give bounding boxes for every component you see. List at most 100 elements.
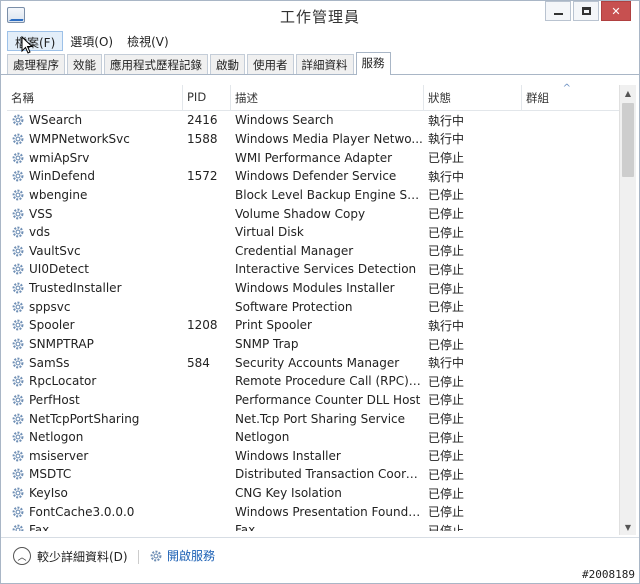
service-status: 已停止: [428, 449, 465, 464]
column-header-status[interactable]: 狀態: [424, 85, 522, 111]
column-header-group[interactable]: 群組 ^: [522, 83, 621, 111]
service-description: Print Spooler: [235, 318, 312, 333]
service-description: Net.Tcp Port Sharing Service: [235, 411, 406, 426]
service-status: 執行中: [428, 113, 465, 128]
tab-startup[interactable]: 啟動: [210, 54, 245, 74]
service-status: 執行中: [428, 132, 465, 147]
footer-divider: [138, 550, 139, 564]
service-gear-icon: [12, 152, 24, 164]
close-icon: ✕: [611, 4, 621, 18]
minimize-button[interactable]: [545, 1, 571, 21]
service-description: Windows Defender Service: [235, 169, 397, 184]
maximize-icon: [581, 7, 591, 15]
table-row[interactable]: UI0Detect Interactive Services Detection 已…: [7, 260, 621, 279]
title-bar[interactable]: 工作管理員 ✕: [1, 1, 639, 31]
minimize-icon: [553, 13, 563, 15]
menu-options[interactable]: 選項(O): [63, 31, 120, 51]
service-status: 已停止: [428, 225, 465, 240]
service-name: UI0Detect: [29, 262, 89, 277]
table-row[interactable]: RpcLocator Remote Procedure Call (RPC) L.…: [7, 372, 621, 391]
table-row[interactable]: Netlogon Netlogon 已停止: [7, 428, 621, 447]
close-button[interactable]: ✕: [601, 1, 631, 21]
tab-services[interactable]: 服務: [355, 52, 391, 75]
service-name-cell: NetTcpPortSharing: [7, 412, 183, 426]
column-header-description[interactable]: 描述: [231, 85, 424, 111]
menu-view[interactable]: 檢視(V): [120, 31, 176, 51]
service-description: Security Accounts Manager: [235, 355, 400, 370]
table-body: WSearch 2416 Windows Search 執行中 WMPNetworkSv…: [7, 111, 621, 531]
window-controls: ✕: [545, 1, 631, 23]
table-row[interactable]: PerfHost Performance Counter DLL Host 已停止: [7, 391, 621, 410]
service-name: VSS: [29, 206, 53, 221]
menu-file[interactable]: 檔案(F): [7, 31, 64, 51]
table-row[interactable]: vds Virtual Disk 已停止: [7, 223, 621, 242]
table-row[interactable]: KeyIso CNG Key Isolation 已停止: [7, 484, 621, 503]
table-row[interactable]: SNMPTRAP SNMP Trap 已停止: [7, 335, 621, 354]
table-row[interactable]: WSearch 2416 Windows Search 執行中: [7, 111, 621, 130]
service-name-cell: PerfHost: [7, 393, 183, 407]
service-status: 已停止: [428, 467, 465, 482]
column-header-pid[interactable]: PID: [183, 85, 231, 111]
service-name-cell: RpcLocator: [7, 374, 183, 388]
service-description: Credential Manager: [235, 243, 354, 258]
table-row[interactable]: sppsvc Software Protection 已停止: [7, 297, 621, 316]
table-row[interactable]: NetTcpPortSharing Net.Tcp Port Sharing Se…: [7, 409, 621, 428]
scrollbar-thumb[interactable]: [622, 103, 634, 177]
table-row[interactable]: SamSs 584 Security Accounts Manager 執行中: [7, 353, 621, 372]
service-gear-icon: [12, 506, 24, 518]
service-description: Netlogon: [235, 430, 290, 445]
table-row[interactable]: msiserver Windows Installer 已停止: [7, 447, 621, 466]
service-description: Block Level Backup Engine Ser...: [235, 187, 424, 202]
service-name-cell: SamSs: [7, 356, 183, 370]
vertical-scrollbar[interactable]: ▲ ▼: [619, 85, 636, 535]
scroll-down-arrow-icon[interactable]: ▼: [620, 519, 636, 535]
service-description: WMI Performance Adapter: [235, 150, 393, 165]
open-services-link[interactable]: 開啟服務: [149, 547, 215, 564]
service-status: 已停止: [428, 188, 465, 203]
tab-details[interactable]: 詳細資料: [295, 54, 354, 74]
service-name-cell: WinDefend: [7, 169, 183, 183]
fewer-details-label: 較少詳細資料(D): [37, 549, 128, 564]
tab-app-history[interactable]: 應用程式歷程記錄: [104, 54, 208, 74]
service-gear-icon: [12, 394, 24, 406]
table-row[interactable]: WinDefend 1572 Windows Defender Service 執行中: [7, 167, 621, 186]
service-pid: 2416: [187, 113, 218, 128]
service-description: Software Protection: [235, 299, 353, 314]
column-header-name[interactable]: 名稱: [7, 85, 183, 111]
service-name-cell: VSS: [7, 207, 183, 221]
service-name-cell: UI0Detect: [7, 262, 183, 276]
tab-processes[interactable]: 處理程序: [7, 54, 65, 74]
service-gear-icon: [12, 208, 24, 219]
column-header-group-label: 群組: [526, 91, 549, 105]
table-header: 名稱 PID 描述 狀態 群組 ^: [7, 83, 621, 111]
scroll-up-arrow-icon[interactable]: ▲: [620, 85, 636, 101]
watermark: #2008189: [582, 568, 635, 581]
service-gear-icon: [12, 301, 24, 313]
table-row[interactable]: WMPNetworkSvc 1588 Windows Media Player Ne…: [7, 130, 621, 149]
table-row[interactable]: wmiApSrv WMI Performance Adapter 已停止: [7, 148, 621, 167]
service-description: Windows Search: [235, 113, 334, 128]
fewer-details-button[interactable]: ︿ 較少詳細資料(D): [13, 547, 128, 565]
maximize-button[interactable]: [573, 1, 599, 21]
service-name: Netlogon: [29, 430, 84, 445]
service-status: 執行中: [428, 169, 465, 184]
service-status: 已停止: [428, 430, 465, 445]
tab-users[interactable]: 使用者: [247, 54, 294, 74]
service-description: Performance Counter DLL Host: [235, 392, 421, 407]
table-row[interactable]: wbengine Block Level Backup Engine Ser...…: [7, 186, 621, 205]
service-name-cell: WSearch: [7, 113, 183, 127]
table-row[interactable]: Spooler 1208 Print Spooler 執行中: [7, 316, 621, 335]
service-gear-icon: [12, 431, 24, 443]
service-name-cell: vds: [7, 225, 183, 239]
table-row[interactable]: Fax Fax 已停止: [7, 521, 621, 531]
table-row[interactable]: MSDTC Distributed Transaction Coordi... 已停…: [7, 465, 621, 484]
service-status: 已停止: [428, 244, 465, 259]
tab-performance[interactable]: 效能: [67, 54, 102, 74]
service-pid: 1572: [187, 169, 218, 184]
table-row[interactable]: VSS Volume Shadow Copy 已停止: [7, 204, 621, 223]
table-row[interactable]: FontCache3.0.0.0 Windows Presentation Fou…: [7, 502, 621, 521]
service-gear-icon: [12, 413, 24, 424]
table-row[interactable]: TrustedInstaller Windows Modules Installe…: [7, 279, 621, 298]
table-row[interactable]: VaultSvc Credential Manager 已停止: [7, 241, 621, 260]
service-name: RpcLocator: [29, 374, 97, 389]
